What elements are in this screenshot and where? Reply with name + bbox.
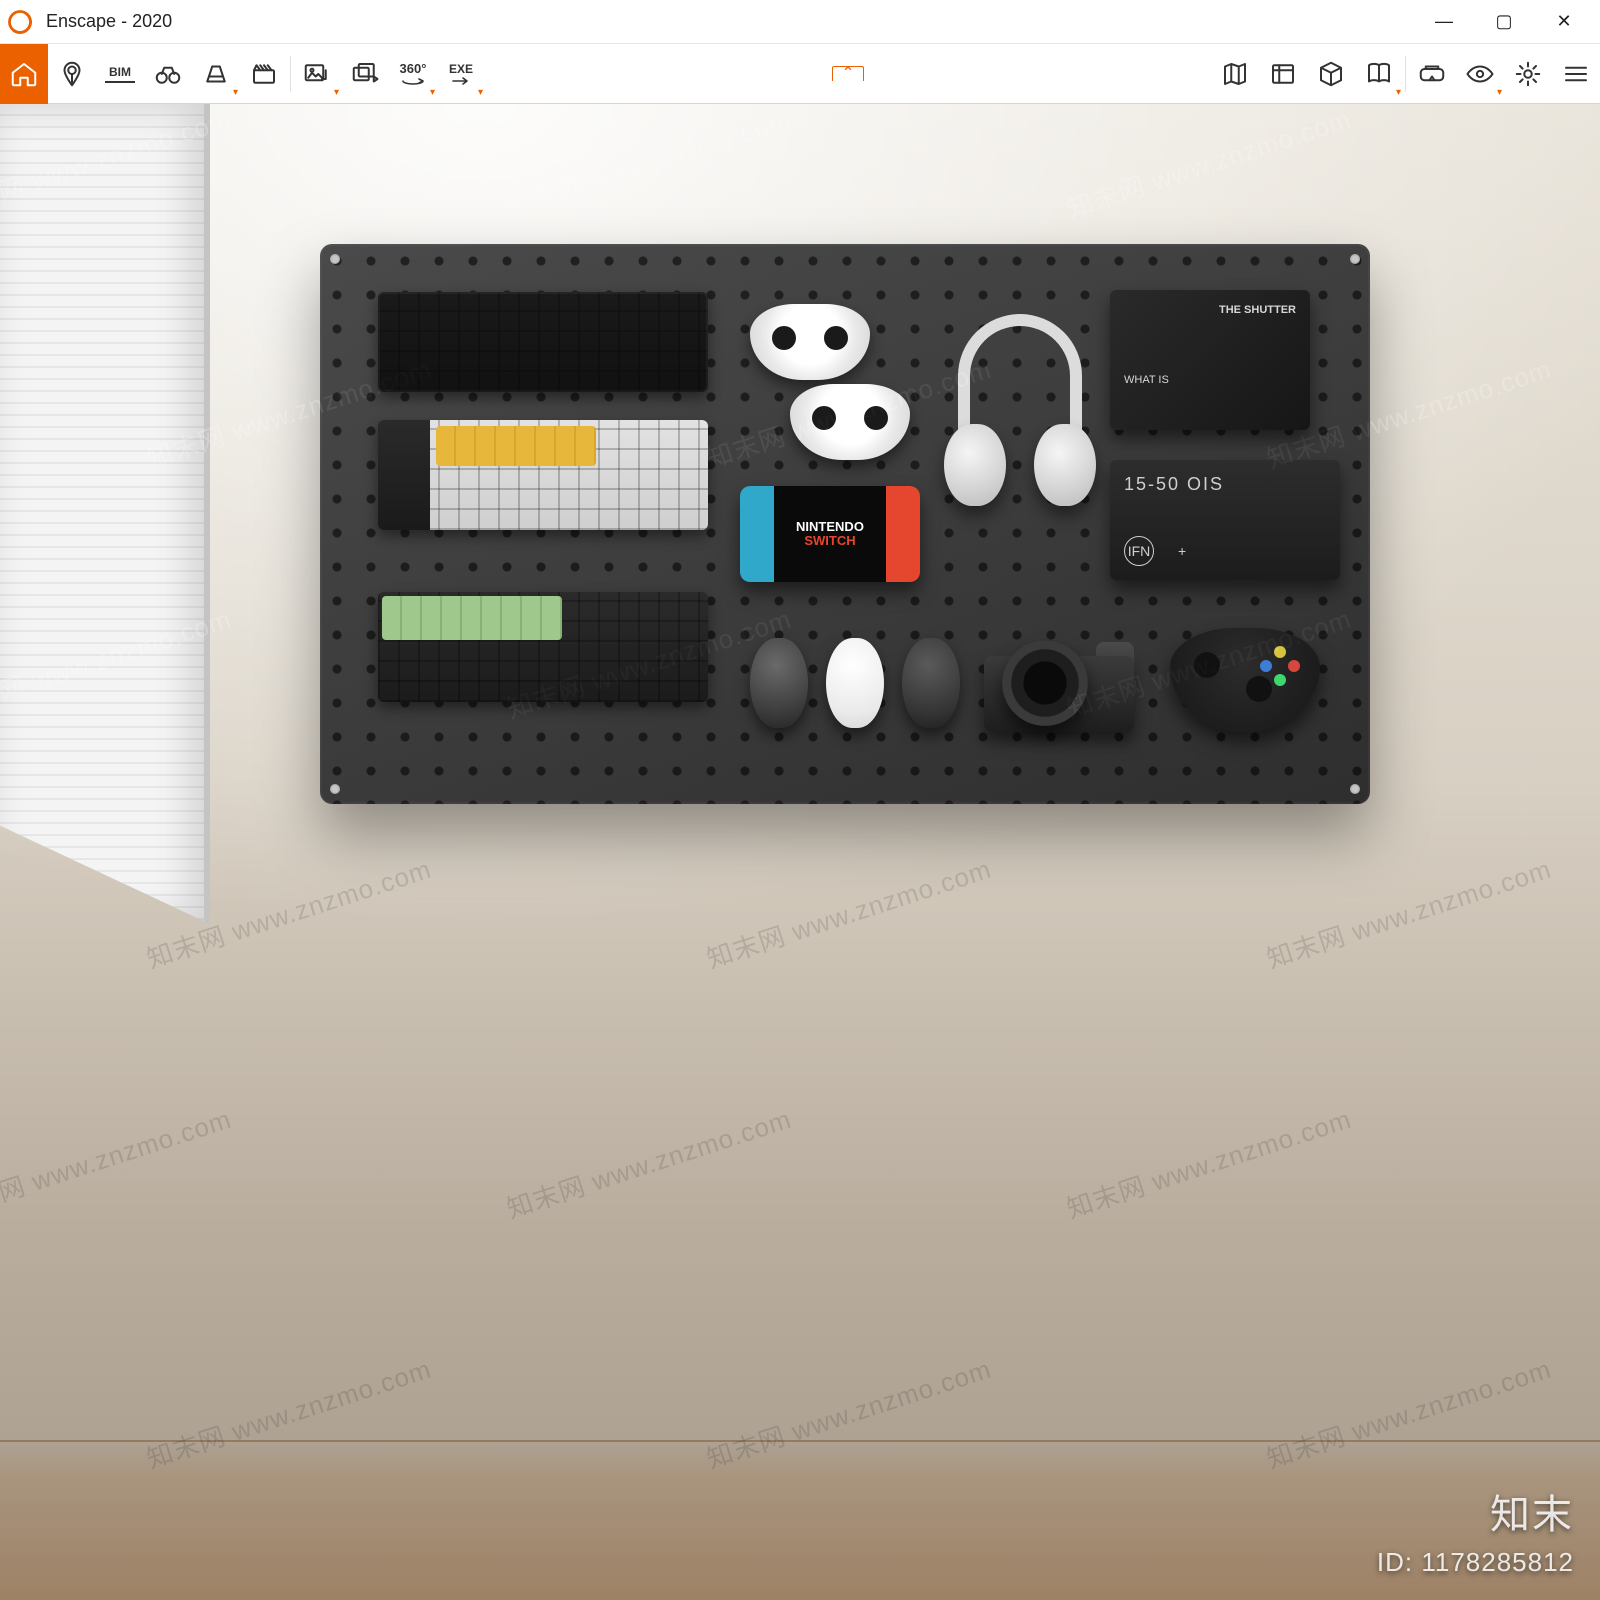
- scene-mouse-grey: [750, 638, 808, 728]
- watermark-text: 知末网 www.znzmo.com: [502, 104, 796, 226]
- watermark-text: 知末网 www.znzmo.com: [502, 1099, 796, 1226]
- toolbar-group-navigate: BIM ▾: [0, 44, 288, 104]
- scene-nintendo-switch: NINTENDOSWITCH: [740, 486, 920, 582]
- scene-ps-controller-1: [750, 304, 870, 380]
- caret-down-icon: ▾: [430, 87, 435, 98]
- pin-icon[interactable]: [48, 44, 96, 104]
- vr-headset-icon[interactable]: [1408, 44, 1456, 104]
- watermark-brand: 知末: [1490, 1482, 1574, 1540]
- scene-lens-box: 15-50 OIS IFN+: [1110, 460, 1340, 580]
- scene-window-blinds: [0, 104, 210, 924]
- window-minimize-button[interactable]: —: [1414, 0, 1474, 44]
- titlebar: Enscape - 2020 — ▢ ✕: [0, 0, 1600, 44]
- watermark-text: 知末网 www.znzmo.com: [0, 1099, 236, 1226]
- scene-keyboard-white-yellow: [378, 420, 708, 530]
- gear-icon[interactable]: [1504, 44, 1552, 104]
- caret-down-icon: ▾: [478, 87, 483, 98]
- caret-down-icon: ▾: [233, 87, 238, 98]
- toolbar: BIM ▾ ▾ 360° ▾ EXE ▾: [0, 44, 1600, 104]
- perspective-icon[interactable]: ▾: [192, 44, 240, 104]
- book-open-icon[interactable]: ▾: [1355, 44, 1403, 104]
- scene-headphones: [940, 314, 1100, 504]
- window-maximize-button[interactable]: ▢: [1474, 0, 1534, 44]
- binoculars-icon[interactable]: [144, 44, 192, 104]
- caret-down-icon: ▾: [334, 87, 339, 98]
- scene-pegboard: NINTENDOSWITCH THE SHUTTER WHAT IS 15-50…: [320, 244, 1370, 804]
- map-icon[interactable]: [1211, 44, 1259, 104]
- watermark-text: 知末网 www.znzmo.com: [702, 849, 996, 976]
- scene-camera: [984, 624, 1134, 732]
- menu-icon[interactable]: [1552, 44, 1600, 104]
- scene-mouse-white: [826, 638, 884, 728]
- scene-floor: [0, 1440, 1600, 1600]
- collapse-toolbar-icon[interactable]: ⌃: [832, 66, 863, 81]
- batch-render-icon[interactable]: [341, 44, 389, 104]
- watermark-text: 知末网 www.znzmo.com: [1262, 849, 1556, 976]
- export-exe-icon[interactable]: EXE ▾: [437, 44, 485, 104]
- cube-icon[interactable]: [1307, 44, 1355, 104]
- watermark-text: 知末网 www.znzmo.com: [1062, 104, 1356, 226]
- app-title: Enscape - 2020: [46, 11, 172, 32]
- eye-icon[interactable]: ▾: [1456, 44, 1504, 104]
- watermark-text: 知末网 www.znzmo.com: [1062, 1099, 1356, 1226]
- scene-album-box: THE SHUTTER WHAT IS: [1110, 290, 1310, 430]
- scene-mouse-dark: [902, 638, 960, 728]
- panorama-360-icon[interactable]: 360° ▾: [389, 44, 437, 104]
- caret-down-icon: ▾: [1396, 87, 1401, 98]
- caret-down-icon: ▾: [1497, 87, 1502, 98]
- toolbar-group-right: ▾ ▾: [1211, 44, 1600, 104]
- render-viewport[interactable]: NINTENDOSWITCH THE SHUTTER WHAT IS 15-50…: [0, 104, 1600, 1600]
- clapper-icon[interactable]: [240, 44, 288, 104]
- bim-button[interactable]: BIM: [96, 44, 144, 104]
- home-icon[interactable]: [0, 44, 48, 104]
- scene-xbox-controller: [1170, 628, 1320, 732]
- watermark-id: ID: 1178285812: [1377, 1547, 1574, 1578]
- scene-keyboard-black: [378, 292, 708, 392]
- toolbar-group-export: ▾ 360° ▾ EXE ▾: [293, 44, 485, 104]
- assets-icon[interactable]: [1259, 44, 1307, 104]
- scene-ps-controller-2: [790, 384, 910, 460]
- export-image-icon[interactable]: ▾: [293, 44, 341, 104]
- scene-keyboard-green: [378, 592, 708, 702]
- window-close-button[interactable]: ✕: [1534, 0, 1594, 44]
- bim-label: BIM: [109, 65, 131, 79]
- enscape-logo-icon: [6, 8, 34, 36]
